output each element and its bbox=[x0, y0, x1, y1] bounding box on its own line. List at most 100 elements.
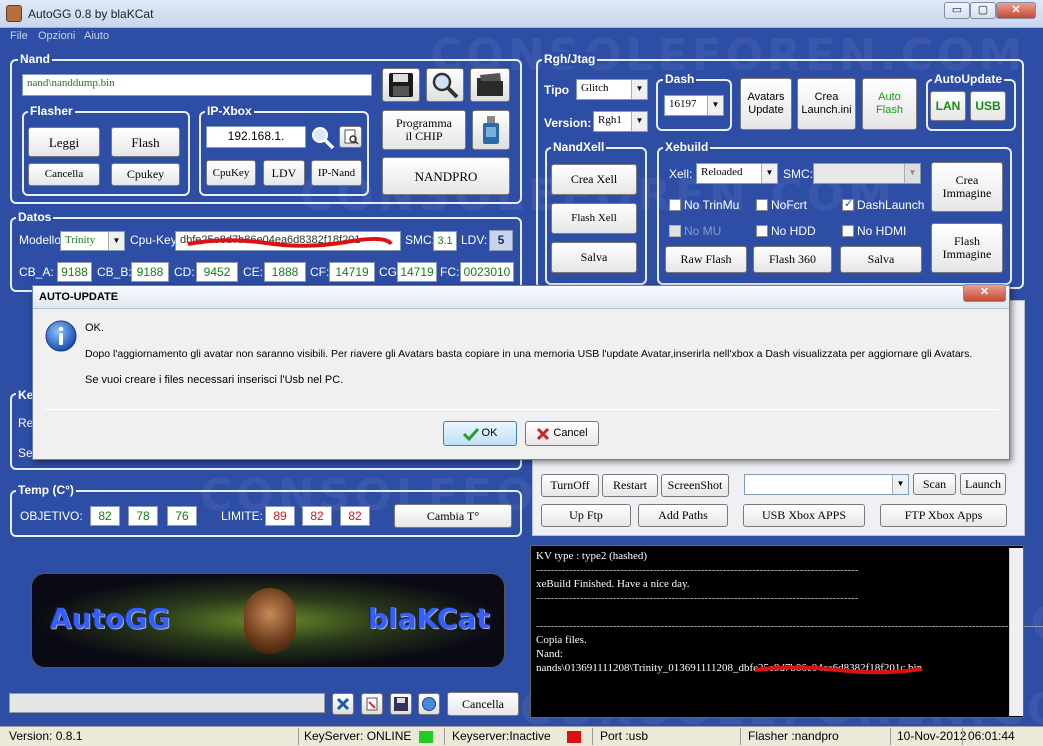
restart-button[interactable]: Restart bbox=[602, 474, 658, 497]
scan-button[interactable]: Scan bbox=[913, 473, 956, 495]
xebuild-smc-select[interactable]: ▼ bbox=[813, 163, 921, 184]
cancella-button[interactable]: Cancella bbox=[28, 163, 100, 186]
version-select[interactable]: Rgh1 ▼ bbox=[593, 111, 648, 132]
leggi-button[interactable]: Leggi bbox=[28, 127, 100, 157]
ip-nand-button[interactable]: IP-Nand bbox=[311, 160, 362, 186]
info-button[interactable] bbox=[418, 693, 440, 715]
no-hdmi-checkbox[interactable] bbox=[842, 225, 854, 237]
limite-temp-2[interactable]: 82 bbox=[302, 506, 332, 526]
crea-immagine-button[interactable]: Crea Immagine bbox=[931, 162, 1003, 212]
flash-button[interactable]: Flash bbox=[111, 127, 180, 157]
xell-select[interactable]: Reloaded ▼ bbox=[696, 163, 778, 184]
status-keyserver: KeyServer: ONLINE bbox=[304, 729, 412, 743]
ip-search-button[interactable] bbox=[310, 125, 335, 150]
menu-file[interactable]: File bbox=[10, 30, 28, 42]
floppy-disk-icon bbox=[394, 697, 408, 711]
save-nand-button[interactable] bbox=[382, 68, 420, 102]
lan-button[interactable]: LAN bbox=[930, 91, 966, 121]
cpukey-input[interactable]: dbfe25e8d7b86e04ea6d8382f18f201 bbox=[175, 231, 401, 251]
cpukey-button[interactable]: Cpukey bbox=[111, 163, 180, 186]
cambia-temp-button[interactable]: Cambia T° bbox=[394, 504, 512, 528]
dash-select[interactable]: 16197 ▼ bbox=[664, 95, 724, 116]
ip-cpukey-button[interactable]: CpuKey bbox=[206, 160, 256, 186]
console-scrollbar[interactable] bbox=[1009, 548, 1023, 716]
app-select[interactable]: ▼ bbox=[744, 474, 909, 495]
flasher-label: Flasher bbox=[28, 104, 75, 118]
status-keyserver-inactive: Keyserver:Inactive bbox=[452, 729, 551, 743]
tipo-select[interactable]: Glitch ▼ bbox=[576, 79, 648, 100]
no-hdd-checkbox[interactable] bbox=[756, 225, 768, 237]
status-version: Version: 0.8.1 bbox=[9, 729, 83, 743]
menu-aiuto[interactable]: Aiuto bbox=[84, 30, 109, 42]
programma-chip-button[interactable]: Programma il CHIP bbox=[382, 110, 466, 150]
flash360-button[interactable]: Flash 360 bbox=[753, 246, 832, 273]
tools-icon bbox=[366, 697, 378, 711]
save-log-button[interactable] bbox=[390, 693, 412, 715]
usb-update-button[interactable]: USB bbox=[970, 91, 1006, 121]
raw-flash-button[interactable]: Raw Flash bbox=[665, 246, 747, 273]
tools-button[interactable] bbox=[361, 693, 383, 715]
avatars-update-button[interactable]: Avatars Update bbox=[740, 78, 792, 130]
flash-immagine-button[interactable]: Flash Immagine bbox=[931, 223, 1003, 273]
info-icon bbox=[45, 320, 77, 352]
minimize-button[interactable]: ▭ bbox=[944, 2, 970, 19]
ldv-button[interactable]: LDV bbox=[263, 160, 305, 186]
usb-button[interactable] bbox=[472, 110, 510, 150]
objetivo-temp-2[interactable]: 78 bbox=[128, 506, 158, 526]
open-folder-button[interactable] bbox=[470, 68, 510, 102]
dialog-line-2: Dopo l'aggiornamento gli avatar non sara… bbox=[85, 348, 973, 360]
up-ftp-button[interactable]: Up Ftp bbox=[541, 504, 631, 527]
stop-button[interactable] bbox=[332, 693, 354, 715]
ip-input[interactable]: 192.168.1. bbox=[206, 126, 306, 148]
no-hdd-label: No HDD bbox=[771, 224, 816, 238]
cb-a-value: 9188 bbox=[57, 262, 92, 282]
dialog-cancel-button[interactable]: Cancel bbox=[525, 421, 599, 446]
temp-label: Temp (C°) bbox=[16, 483, 76, 497]
limite-temp-1[interactable]: 89 bbox=[265, 506, 295, 526]
key-row-label: Se bbox=[18, 446, 33, 460]
nandpro-button[interactable]: NANDPRO bbox=[382, 157, 510, 195]
crea-xell-button[interactable]: Crea Xell bbox=[551, 164, 637, 195]
launch-button[interactable]: Launch bbox=[960, 473, 1006, 495]
no-hdmi-label: No HDMI bbox=[857, 224, 907, 238]
cb-a-label: CB_A: bbox=[19, 265, 54, 279]
autoupdate-label: AutoUpdate bbox=[932, 72, 1004, 86]
dashlaunch-checkbox[interactable] bbox=[842, 197, 854, 211]
redaction-scribble bbox=[754, 665, 922, 675]
close-button[interactable]: ✕ bbox=[996, 2, 1036, 19]
nofcrt-checkbox[interactable] bbox=[756, 199, 768, 211]
nand-path-input[interactable]: nand\nanddump.bin bbox=[22, 74, 372, 96]
salva-xell-button[interactable]: Salva bbox=[551, 242, 637, 273]
search-nand-button[interactable] bbox=[426, 68, 464, 102]
objetivo-temp-3[interactable]: 76 bbox=[167, 506, 197, 526]
dialog-close-button[interactable]: ✕ bbox=[963, 284, 1006, 302]
dialog-line-3: Se vuoi creare i files necessari inseris… bbox=[85, 374, 344, 386]
crea-launch-button[interactable]: Crea Launch.ini bbox=[797, 78, 856, 130]
bottom-cancella-button[interactable]: Cancella bbox=[447, 692, 519, 716]
objetivo-temp-1[interactable]: 82 bbox=[90, 506, 120, 526]
usb-xbox-apps-button[interactable]: USB Xbox APPS bbox=[743, 504, 865, 527]
cd-value: 9452 bbox=[196, 262, 238, 282]
add-paths-button[interactable]: Add Paths bbox=[638, 504, 728, 527]
turnoff-button[interactable]: TurnOff bbox=[541, 474, 599, 497]
auto-flash-button[interactable]: Auto Flash bbox=[862, 78, 917, 130]
status-date: 10-Nov-2012 bbox=[897, 729, 967, 743]
ftp-xbox-apps-button[interactable]: FTP Xbox Apps bbox=[880, 504, 1007, 527]
modello-select[interactable]: Trinity ▼ bbox=[60, 231, 125, 251]
no-trinmu-checkbox[interactable] bbox=[669, 199, 681, 211]
limite-temp-3[interactable]: 82 bbox=[340, 506, 370, 526]
dash-label: Dash bbox=[663, 72, 697, 86]
ip-scan-button[interactable] bbox=[339, 126, 362, 148]
app-icon bbox=[6, 5, 22, 22]
flash-xell-button[interactable]: Flash Xell bbox=[551, 203, 637, 234]
keyserver-inactive-indicator bbox=[567, 731, 581, 743]
menu-opzioni[interactable]: Opzioni bbox=[38, 30, 75, 42]
dialog-ok-button[interactable]: OK bbox=[443, 421, 517, 446]
screenshot-button[interactable]: ScreenShot bbox=[661, 474, 729, 497]
cf-label: CF: bbox=[310, 265, 330, 279]
log-line: Nand: bbox=[536, 648, 563, 660]
log-console[interactable]: KV type : type2 (hashed) ---------------… bbox=[530, 545, 1043, 718]
fc-label: FC: bbox=[440, 265, 460, 279]
restore-button[interactable]: ▢ bbox=[970, 2, 996, 19]
salva-xebuild-button[interactable]: Salva bbox=[840, 246, 922, 273]
